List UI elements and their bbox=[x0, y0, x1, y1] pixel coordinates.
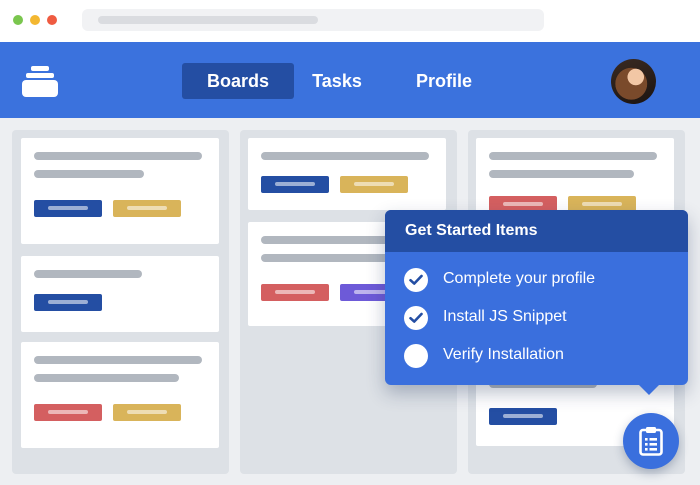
board-card[interactable] bbox=[21, 138, 219, 244]
tab-tasks[interactable]: Tasks bbox=[296, 63, 378, 99]
tab-boards[interactable]: Boards bbox=[182, 63, 294, 99]
label-chip bbox=[34, 294, 102, 311]
user-avatar[interactable] bbox=[611, 59, 656, 104]
board-card[interactable] bbox=[248, 138, 446, 210]
checkmark-circle-icon bbox=[404, 268, 428, 292]
checklist-fab-button[interactable] bbox=[623, 413, 679, 469]
window-minimize-dot[interactable] bbox=[30, 15, 40, 25]
label-chip bbox=[113, 200, 181, 217]
label-chip bbox=[340, 176, 408, 193]
get-started-popover: Get Started Items Complete your profile … bbox=[385, 210, 688, 385]
window-maximize-dot[interactable] bbox=[13, 15, 23, 25]
stacked-boards-logo-icon[interactable] bbox=[22, 66, 58, 98]
empty-circle-icon bbox=[404, 344, 428, 368]
label-chip bbox=[34, 404, 102, 421]
label-chip bbox=[261, 176, 329, 193]
label-chip bbox=[113, 404, 181, 421]
checklist-item-label: Verify Installation bbox=[443, 346, 564, 363]
label-chip bbox=[489, 408, 557, 425]
checklist-item-label: Complete your profile bbox=[443, 270, 596, 287]
checklist-item-label: Install JS Snippet bbox=[443, 308, 567, 325]
top-nav: Boards Tasks Profile bbox=[0, 42, 700, 118]
popover-title: Get Started Items bbox=[385, 210, 688, 252]
tab-profile[interactable]: Profile bbox=[400, 63, 488, 99]
board-card[interactable] bbox=[21, 342, 219, 448]
popover-pointer bbox=[638, 384, 660, 395]
clipboard-checklist-icon bbox=[639, 427, 663, 456]
window-close-dot[interactable] bbox=[47, 15, 57, 25]
label-chip bbox=[34, 200, 102, 217]
board-column-1 bbox=[12, 130, 229, 474]
address-bar[interactable] bbox=[82, 9, 544, 31]
checkmark-circle-icon bbox=[404, 306, 428, 330]
address-placeholder-line bbox=[98, 16, 318, 24]
label-chip bbox=[261, 284, 329, 301]
board-card[interactable] bbox=[21, 256, 219, 332]
browser-chrome bbox=[0, 0, 700, 42]
